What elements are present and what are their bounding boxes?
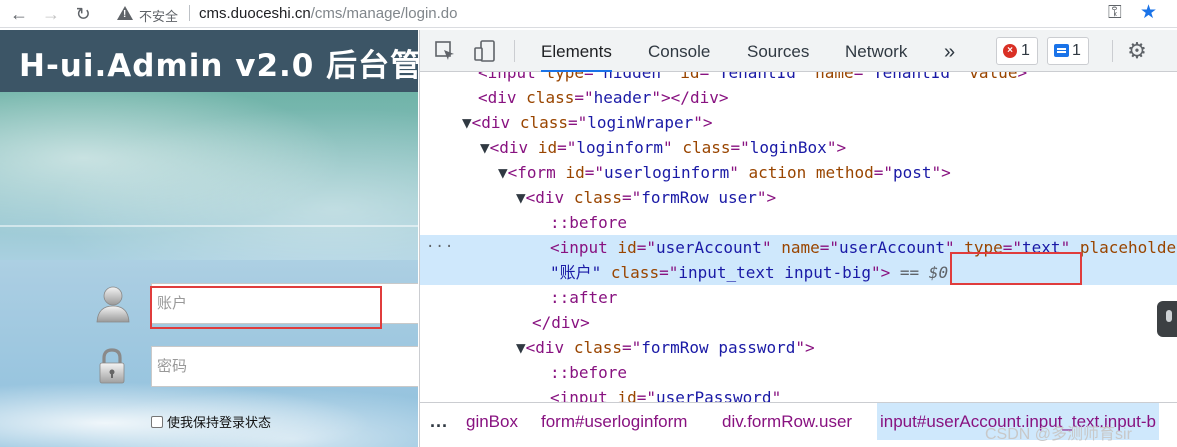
- warning-icon[interactable]: [117, 6, 133, 20]
- message-badge[interactable]: 1: [1047, 37, 1089, 65]
- highlight-box-type-attr: [950, 252, 1082, 285]
- forward-arrow-icon[interactable]: →: [40, 3, 62, 25]
- inspect-element-icon[interactable]: [434, 40, 456, 62]
- code-line[interactable]: </div>: [532, 310, 590, 335]
- login-page: H-ui.Admin v2.0 后台管 账户 密码 使我保持登录状态: [0, 30, 418, 447]
- gear-icon[interactable]: ⚙: [1126, 40, 1148, 62]
- error-count: 1: [1021, 42, 1030, 59]
- code-line[interactable]: <div class="header"></div>: [478, 85, 728, 110]
- page-header: H-ui.Admin v2.0 后台管: [0, 30, 418, 92]
- back-arrow-icon[interactable]: ←: [8, 3, 30, 25]
- code-line[interactable]: ::after: [550, 285, 617, 310]
- remember-checkbox[interactable]: [151, 415, 163, 428]
- remember-me[interactable]: 使我保持登录状态: [151, 412, 271, 431]
- highlight-box-username: [150, 286, 382, 329]
- toolbar-separator: [1112, 40, 1113, 62]
- breadcrumb-more[interactable]: ...: [430, 403, 448, 440]
- devtools-panel: Elements Console Sources Network » × 1 1…: [419, 30, 1177, 447]
- watermark: CSDN @多测师育sir: [985, 426, 1132, 443]
- collapse-dots[interactable]: ···: [426, 239, 454, 255]
- error-badge[interactable]: × 1: [996, 37, 1038, 65]
- code-line[interactable]: ▼<div class="formRow password">: [516, 335, 815, 360]
- devtools-toolbar: Elements Console Sources Network » × 1 1…: [420, 30, 1177, 72]
- url-field[interactable]: cms.duoceshi.cn/cms/manage/login.do: [199, 5, 457, 22]
- tab-network[interactable]: Network: [845, 30, 907, 72]
- breadcrumb-item[interactable]: form#userloginform: [541, 403, 687, 440]
- code-line[interactable]: "账户" class="input_text input-big"> == $0: [550, 260, 948, 285]
- background-band: [0, 225, 418, 227]
- elements-tree: <input type="hidden" id="TenantId" name=…: [420, 72, 1177, 402]
- more-tabs-icon[interactable]: »: [944, 30, 955, 72]
- remember-label: 使我保持登录状态: [167, 415, 272, 430]
- breadcrumb-item[interactable]: ginBox: [466, 403, 518, 440]
- tab-elements[interactable]: Elements: [541, 30, 612, 72]
- key-icon[interactable]: ⚿: [1108, 2, 1122, 23]
- page-title: H-ui.Admin v2.0 后台管: [19, 48, 418, 84]
- code-line[interactable]: <input type="hidden" id="TenantId" name=…: [478, 72, 1027, 85]
- code-line[interactable]: ::before: [550, 360, 627, 385]
- error-icon: ×: [1003, 44, 1017, 58]
- security-label[interactable]: 不安全: [139, 6, 178, 25]
- url-host: cms.duoceshi.cn: [199, 5, 311, 22]
- star-icon[interactable]: ★: [1140, 1, 1157, 24]
- user-icon: [96, 286, 130, 323]
- mic-icon[interactable]: [1157, 301, 1177, 337]
- lock-icon: [99, 348, 125, 384]
- password-input[interactable]: 密码: [151, 346, 418, 387]
- url-path: /cms/manage/login.do: [310, 5, 458, 22]
- code-line[interactable]: <input id="userPassword": [550, 385, 781, 402]
- address-bar: ← → ↻ 不安全 cms.duoceshi.cn/cms/manage/log…: [0, 0, 1177, 28]
- code-line[interactable]: ▼<div id="loginform" class="loginBox">: [480, 135, 846, 160]
- device-toolbar-icon[interactable]: [474, 40, 496, 62]
- tab-sources[interactable]: Sources: [747, 30, 809, 72]
- code-line[interactable]: ▼<div class="formRow user">: [516, 185, 776, 210]
- code-line[interactable]: <input id="userAccount" name="userAccoun…: [550, 235, 1177, 260]
- toolbar-separator: [514, 40, 515, 62]
- message-count: 1: [1072, 42, 1081, 59]
- code-line[interactable]: ::before: [550, 210, 627, 235]
- tab-console[interactable]: Console: [648, 30, 710, 72]
- message-icon: [1054, 44, 1069, 57]
- breadcrumb-item[interactable]: div.formRow.user: [722, 403, 852, 440]
- url-separator: [189, 5, 190, 21]
- code-line[interactable]: ▼<div class="loginWraper">: [462, 110, 712, 135]
- code-line[interactable]: ▼<form id="userloginform" action method=…: [498, 160, 951, 185]
- reload-icon[interactable]: ↻: [72, 3, 94, 25]
- background-sky: [0, 90, 418, 260]
